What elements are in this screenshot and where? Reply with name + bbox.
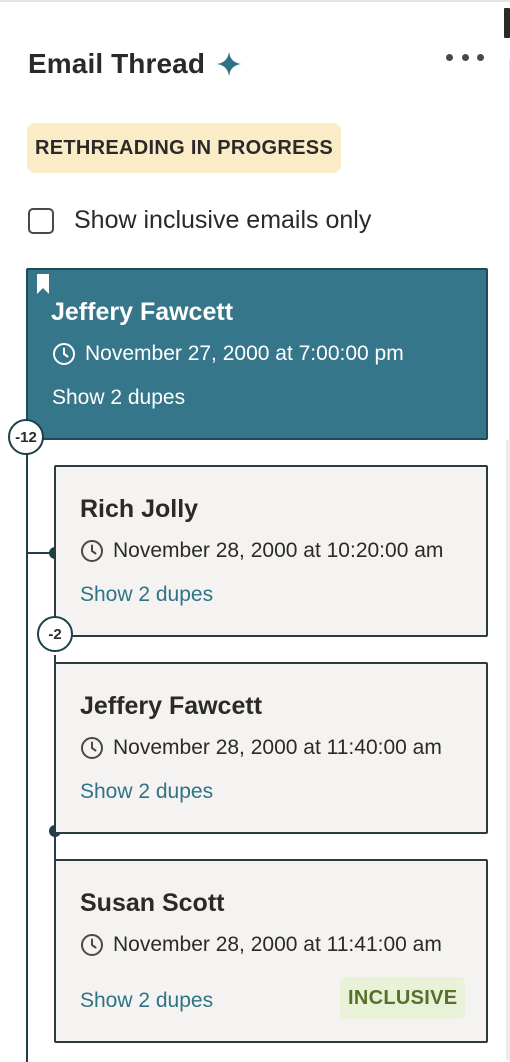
email-date: November 28, 2000 at 11:41:00 am — [113, 933, 442, 956]
scrollbar-thumb[interactable] — [504, 8, 510, 38]
email-card-selected[interactable]: Jeffery Fawcett November 27, 2000 at 7:0… — [26, 268, 488, 440]
email-sender: Jeffery Fawcett — [80, 692, 263, 720]
email-sender: Rich Jolly — [80, 495, 199, 523]
status-badge: RETHREADING IN PROGRESS — [27, 123, 342, 173]
email-card[interactable]: Susan Scott November 28, 2000 at 11:41:0… — [54, 859, 488, 1043]
clock-icon — [81, 737, 103, 759]
inclusive-badge: INCLUSIVE — [340, 977, 466, 1019]
show-dupes-link[interactable]: Show 2 dupes — [80, 989, 213, 1013]
panel-header: Email Thread — [28, 48, 243, 80]
more-options-button[interactable] — [446, 48, 484, 66]
clock-icon — [81, 934, 103, 956]
clock-icon — [53, 343, 75, 365]
email-date-row: November 28, 2000 at 11:40:00 am — [80, 736, 442, 760]
inclusive-filter[interactable]: Show inclusive emails only — [28, 206, 371, 235]
panel-title: Email Thread — [28, 48, 206, 79]
collapse-count-button[interactable]: -12 — [8, 419, 44, 455]
more-horizontal-icon — [446, 53, 453, 61]
show-dupes-link[interactable]: Show 2 dupes — [80, 780, 213, 804]
scroll-track — [506, 440, 510, 1060]
top-border — [0, 0, 510, 2]
email-date: November 27, 2000 at 7:00:00 pm — [85, 342, 404, 365]
email-card[interactable]: Jeffery Fawcett November 28, 2000 at 11:… — [54, 662, 488, 834]
email-date-row: November 28, 2000 at 11:41:00 am — [80, 933, 442, 957]
inclusive-only-label[interactable]: Show inclusive emails only — [74, 206, 371, 235]
email-date: November 28, 2000 at 11:40:00 am — [113, 736, 442, 759]
thread-connector-line — [26, 440, 28, 1062]
show-dupes-link[interactable]: Show 2 dupes — [80, 583, 213, 607]
inclusive-only-checkbox[interactable] — [28, 207, 54, 234]
email-date-row: November 27, 2000 at 7:00:00 pm — [52, 342, 404, 366]
email-date: November 28, 2000 at 10:20:00 am — [113, 539, 444, 562]
email-sender: Susan Scott — [80, 889, 225, 917]
bookmark-icon — [37, 274, 49, 294]
email-date-row: November 28, 2000 at 10:20:00 am — [80, 539, 443, 563]
thread-connector-line — [54, 834, 56, 860]
email-card[interactable]: Rich Jolly November 28, 2000 at 10:20:00… — [54, 465, 488, 637]
sparkle-icon — [216, 51, 242, 77]
clock-icon — [81, 540, 103, 562]
email-sender: Jeffery Fawcett — [51, 298, 234, 326]
collapse-count-button[interactable]: -2 — [37, 616, 73, 652]
show-dupes-link[interactable]: Show 2 dupes — [52, 386, 185, 410]
